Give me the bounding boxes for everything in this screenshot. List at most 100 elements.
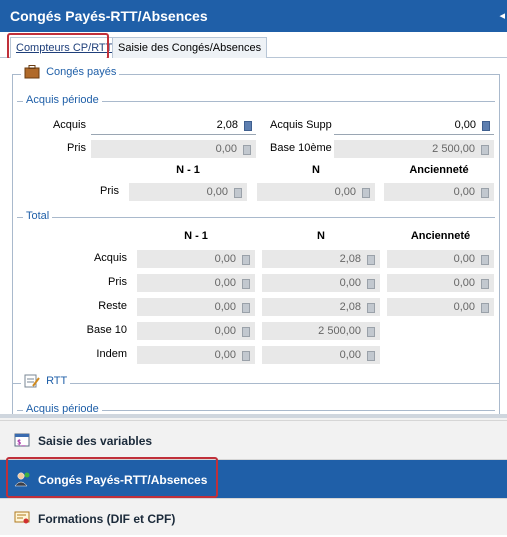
base-10eme-field: 2 500,00: [334, 140, 494, 158]
calculator-icon: [242, 279, 250, 289]
calculator-icon: [242, 255, 250, 265]
pris-anciennete-field: 0,00: [384, 183, 494, 201]
total-group: Total N - 1 N Ancienneté Acquis 0,00 2,0…: [17, 210, 495, 367]
acquis-supp-field[interactable]: 0,00: [334, 117, 494, 135]
calculator-icon: [367, 351, 375, 361]
rtt-legend: RTT: [21, 374, 71, 388]
total-pris-n-value: 0,00: [339, 277, 361, 289]
total-indem-label: Indem: [96, 348, 127, 360]
counters-panel: Congés payés Acquis période Acquis 2,08 …: [0, 58, 507, 414]
base-10eme-value: 2 500,00: [432, 143, 475, 155]
calculator-icon: [481, 255, 489, 265]
total-base-10-n-1-value: 0,00: [214, 325, 236, 337]
total-acquis-label: Acquis: [93, 252, 127, 264]
base-10eme-label: Base 10ème: [270, 142, 332, 154]
total-base-10-label: Base 10: [86, 324, 127, 336]
conges-payes-legend: Congés payés: [21, 65, 120, 79]
total-acquis-anciennete-value: 0,00: [453, 253, 475, 265]
calculator-icon: [367, 303, 375, 313]
total-reste-anciennete-field: 0,00: [387, 298, 494, 316]
total-base-10-n-value: 2 500,00: [318, 325, 361, 337]
total-pris-n-1-value: 0,00: [214, 277, 236, 289]
calculator-icon: [243, 145, 251, 155]
total-indem-n-1-value: 0,00: [214, 349, 236, 361]
conges-payes-title: Congés payés: [46, 65, 117, 78]
acquis-value: 2,08: [216, 119, 238, 131]
nav-conges-payes-rtt-absences[interactable]: Congés Payés-RTT/Absences: [0, 459, 507, 498]
pris-row-label: Pris: [100, 185, 119, 197]
total-base-10-n-field: 2 500,00: [262, 322, 380, 340]
total-pris-anciennete-value: 0,00: [453, 277, 475, 289]
calculator-icon: [481, 303, 489, 313]
total-reste-n-1-value: 0,00: [214, 301, 236, 313]
total-indem-n-1-field: 0,00: [137, 346, 255, 364]
calculator-icon: [367, 255, 375, 265]
tab-label: Compteurs CP/RTT: [16, 42, 113, 54]
collapse-panel-icon[interactable]: ◂: [499, 9, 505, 22]
window-title-bar: Congés Payés-RTT/Absences ◂: [0, 0, 507, 32]
total-title: Total: [23, 210, 53, 222]
nav-formations-dif-cpf[interactable]: Formations (DIF et CPF): [0, 498, 507, 537]
total-reste-label: Reste: [98, 300, 127, 312]
calculator-icon: [481, 188, 489, 198]
calculator-icon[interactable]: [244, 121, 252, 131]
total-reste-n-value: 2,08: [339, 301, 361, 313]
total-reste-n-field: 2,08: [262, 298, 380, 316]
pris-n-field: 0,00: [257, 183, 375, 201]
employee-icon: [14, 472, 30, 487]
calculator-icon: [367, 279, 375, 289]
rtt-title: RTT: [46, 374, 68, 387]
pris-field: 0,00: [91, 140, 256, 158]
pris-n-1-value: 0,00: [206, 186, 228, 198]
col-header-anciennete: Ancienneté: [409, 164, 469, 176]
pris-n-1-field: 0,00: [129, 183, 247, 201]
total-acquis-n-1-field: 0,00: [137, 250, 255, 268]
total-reste-anciennete-value: 0,00: [453, 301, 475, 313]
certificate-icon: [14, 511, 30, 524]
acquis-label: Acquis: [52, 119, 86, 131]
calculator-icon: [234, 188, 242, 198]
variables-form-icon: $_: [14, 433, 30, 447]
total-pris-anciennete-field: 0,00: [387, 274, 494, 292]
total-indem-n-value: 0,00: [339, 349, 361, 361]
calculator-icon[interactable]: [482, 121, 490, 131]
pris-n-value: 0,00: [334, 186, 356, 198]
total-acquis-n-value: 2,08: [339, 253, 361, 265]
tab-saisie-conges-absences[interactable]: Saisie des Congés/Absences: [112, 37, 268, 59]
tab-compteurs-cp-rtt[interactable]: Compteurs CP/RTT: [10, 37, 119, 59]
total-col-header-n-1: N - 1: [184, 230, 208, 242]
rtt-acquis-periode-title: Acquis période: [23, 403, 102, 414]
tab-strip: Compteurs CP/RTT Saisie des Congés/Absen…: [0, 32, 507, 59]
tab-label: Saisie des Congés/Absences: [118, 42, 262, 54]
nav-label: Saisie des variables: [38, 434, 153, 448]
acquis-periode-group: Acquis période Acquis 2,08 Acquis Supp 0…: [17, 94, 495, 211]
clock-edit-icon: [24, 374, 40, 388]
total-acquis-n-1-value: 0,00: [214, 253, 236, 265]
window-title: Congés Payés-RTT/Absences: [10, 8, 208, 24]
calculator-icon: [242, 351, 250, 361]
acquis-supp-value: 0,00: [454, 119, 476, 131]
acquis-supp-label: Acquis Supp: [270, 119, 332, 131]
calculator-icon: [242, 327, 250, 337]
nav-label: Formations (DIF et CPF): [38, 512, 176, 526]
nav-saisie-des-variables[interactable]: $_ Saisie des variables: [0, 420, 507, 459]
total-acquis-anciennete-field: 0,00: [387, 250, 494, 268]
pris-anciennete-value: 0,00: [453, 186, 475, 198]
nav-label: Congés Payés-RTT/Absences: [38, 473, 208, 487]
total-col-header-n: N: [317, 230, 325, 242]
total-pris-n-1-field: 0,00: [137, 274, 255, 292]
pris-label: Pris: [67, 142, 86, 154]
calculator-icon: [481, 279, 489, 289]
total-indem-n-field: 0,00: [262, 346, 380, 364]
rtt-group: RTT Acquis période: [12, 374, 500, 414]
total-base-10-n-1-field: 0,00: [137, 322, 255, 340]
calculator-icon: [362, 188, 370, 198]
total-reste-n-1-field: 0,00: [137, 298, 255, 316]
pris-value: 0,00: [215, 143, 237, 155]
conges-payes-group: Congés payés Acquis période Acquis 2,08 …: [12, 65, 500, 414]
acquis-field[interactable]: 2,08: [91, 117, 256, 135]
total-pris-n-field: 0,00: [262, 274, 380, 292]
total-acquis-n-field: 2,08: [262, 250, 380, 268]
svg-text:$_: $_: [17, 439, 26, 447]
calculator-icon: [481, 145, 489, 155]
